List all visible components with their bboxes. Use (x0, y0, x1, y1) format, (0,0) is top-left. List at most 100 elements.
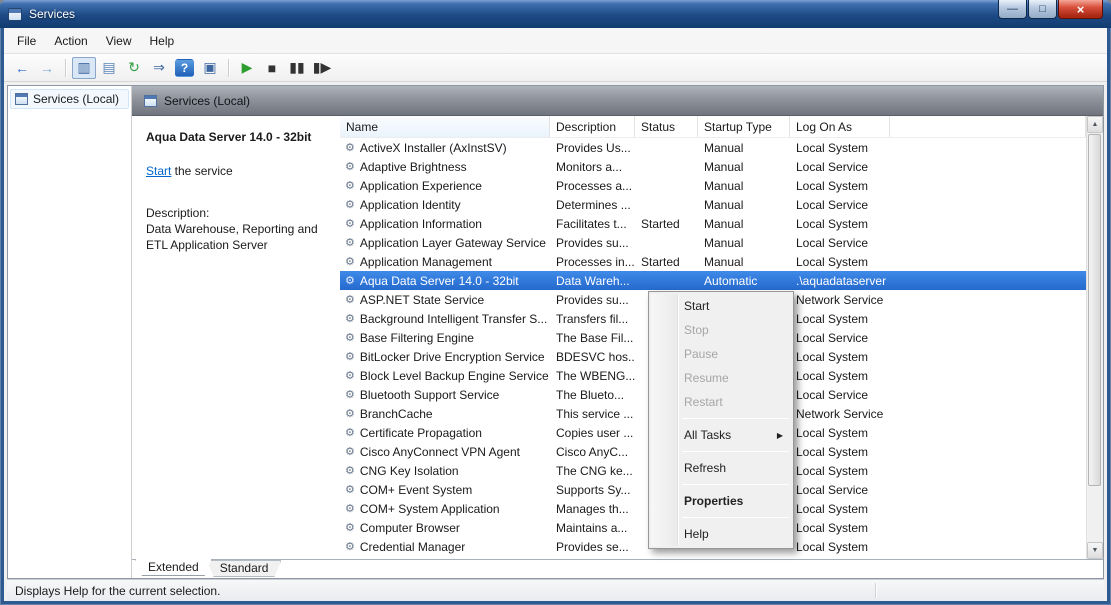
service-startup-cell: Manual (704, 254, 744, 269)
console-tree-pane: Services (Local) (8, 86, 132, 578)
service-name-cell: ⚙ BranchCache (340, 407, 550, 421)
vertical-scrollbar[interactable]: ▲ ▼ (1086, 116, 1103, 559)
service-gear-icon: ⚙ (345, 370, 355, 382)
service-description-cell: Cisco AnyC... (556, 444, 629, 459)
column-header-status[interactable]: Status (635, 116, 698, 137)
service-gear-icon: ⚙ (345, 541, 355, 553)
properties-icon[interactable]: ▣ (198, 57, 222, 79)
column-header-name[interactable]: Name (340, 116, 550, 137)
service-row[interactable]: ⚙ Application Experience Processes a... Man… (340, 176, 1086, 195)
services-content: Aqua Data Server 14.0 - 32bit Start the … (132, 116, 1103, 559)
service-startup-cell: Manual (704, 235, 744, 250)
services-table-header: Name Description Status Startup Type Log On … (340, 116, 1103, 138)
back-icon[interactable]: ← (10, 57, 34, 79)
export-icon[interactable]: ⇒ (147, 57, 171, 79)
service-startup-cell: Manual (704, 197, 744, 212)
context-menu-item-help[interactable]: Help (651, 522, 791, 546)
service-row[interactable]: ⚙ Application Information Facilitates t...… (340, 214, 1086, 233)
start-service-icon[interactable]: ▶ (235, 57, 259, 79)
service-logon-cell: Network Service (796, 406, 884, 421)
minimize-button[interactable]: — (998, 0, 1027, 19)
service-logon-cell: Local Service (796, 197, 869, 212)
service-row[interactable]: ⚙ Application Identity Determines ... Manua… (340, 195, 1086, 214)
export-list-icon[interactable]: ▤ (97, 57, 121, 79)
service-logon-cell: Local System (796, 311, 869, 326)
service-gear-icon: ⚙ (345, 351, 355, 363)
context-menu-item-refresh[interactable]: Refresh (651, 456, 791, 480)
tree-item-services-local[interactable]: Services (Local) (10, 89, 129, 109)
column-header-startup-type[interactable]: Startup Type (698, 116, 790, 137)
context-menu: Start Stop Pause Resume Restart All Tasks ▶ Ref… (648, 291, 794, 549)
console-window-icon (15, 93, 28, 105)
status-bar: Displays Help for the current selection. (7, 579, 1104, 601)
stop-service-icon[interactable]: ■ (260, 57, 284, 79)
forward-icon[interactable]: → (35, 57, 59, 79)
scrollbar-thumb[interactable] (1088, 134, 1101, 486)
service-logon-cell: Local System (796, 178, 869, 193)
context-menu-item-properties[interactable]: Properties (651, 489, 791, 513)
service-logon-cell: Local System (796, 368, 869, 383)
context-menu-item-all-tasks[interactable]: All Tasks ▶ (651, 423, 791, 447)
service-gear-icon: ⚙ (345, 503, 355, 515)
service-name: ASP.NET State Service (359, 292, 485, 307)
service-row[interactable]: ⚙ Application Management Processes in... St… (340, 252, 1086, 271)
service-startup-cell: Manual (704, 159, 744, 174)
description-label: Description: (146, 206, 210, 220)
service-description-cell: Provides su... (556, 235, 629, 250)
menu-file[interactable]: File (8, 30, 45, 52)
close-button[interactable]: × (1058, 0, 1103, 19)
start-service-link[interactable]: Start (146, 164, 171, 178)
snapin-banner-icon (144, 94, 157, 107)
service-gear-icon: ⚙ (345, 408, 355, 420)
service-name-cell: ⚙ Application Identity (340, 198, 550, 212)
service-description-cell: Maintains a... (556, 520, 628, 535)
service-name: BranchCache (359, 406, 433, 421)
tab-standard[interactable]: Standard (207, 560, 282, 577)
column-header-log-on-as[interactable]: Log On As (790, 116, 890, 137)
tab-extended[interactable]: Extended (135, 559, 212, 576)
service-description-cell: Supports Sy... (556, 482, 631, 497)
service-description-cell: Processes in... (556, 254, 635, 269)
context-menu-item-label: Resume (684, 371, 729, 385)
refresh-icon[interactable]: ↻ (122, 57, 146, 79)
start-service-suffix: the service (171, 164, 233, 178)
menu-view[interactable]: View (97, 30, 141, 52)
service-row[interactable]: ⚙ Adaptive Brightness Monitors a... Manual L… (340, 157, 1086, 176)
service-gear-icon: ⚙ (345, 199, 355, 211)
service-description-cell: Provides Us... (556, 140, 631, 155)
restart-service-icon[interactable]: ▮▶ (310, 57, 334, 79)
service-logon-cell: Local System (796, 444, 869, 459)
help-icon[interactable]: ? (175, 58, 194, 77)
service-name: COM+ Event System (359, 482, 473, 497)
details-pane: Services (Local) Aqua Data Server 14.0 -… (132, 86, 1103, 578)
show-hide-console-tree-icon[interactable]: ▥ (72, 56, 96, 79)
service-description-cell: Processes a... (556, 178, 633, 193)
menu-separator (682, 451, 789, 452)
service-name-cell: ⚙ Application Experience (340, 179, 550, 193)
service-gear-icon: ⚙ (345, 294, 355, 306)
pause-service-icon[interactable]: ▮▮ (285, 57, 309, 79)
menu-action[interactable]: Action (45, 30, 96, 52)
service-action-line: Start the service (146, 164, 330, 178)
service-gear-icon: ⚙ (345, 427, 355, 439)
service-row[interactable]: ⚙ Application Layer Gateway Service Provid… (340, 233, 1086, 252)
service-description-cell: Provides se... (556, 539, 629, 554)
service-logon-cell: Local System (796, 425, 869, 440)
service-name: Application Identity (359, 197, 461, 212)
service-name: Block Level Backup Engine Service (359, 368, 549, 383)
service-name-cell: ⚙ Computer Browser (340, 521, 550, 535)
scroll-down-icon[interactable]: ▼ (1087, 542, 1103, 559)
service-description-cell: BDESVC hos... (556, 349, 635, 364)
menu-help[interactable]: Help (141, 30, 184, 52)
service-logon-cell: Local Service (796, 482, 869, 497)
maximize-button[interactable]: □ (1028, 0, 1057, 19)
service-row[interactable]: ⚙ Aqua Data Server 14.0 - 32bit Data Wareh… (340, 271, 1086, 290)
service-logon-cell: Network Service (796, 292, 884, 307)
scroll-up-icon[interactable]: ▲ (1087, 116, 1103, 133)
title-bar[interactable]: Services — □ × (0, 0, 1111, 28)
column-header-description[interactable]: Description (550, 116, 635, 137)
context-menu-item-start[interactable]: Start (651, 294, 791, 318)
window-controls: — □ × (997, 0, 1103, 19)
service-logon-cell: Local System (796, 520, 869, 535)
service-row[interactable]: ⚙ ActiveX Installer (AxInstSV) Provides Us… (340, 138, 1086, 157)
